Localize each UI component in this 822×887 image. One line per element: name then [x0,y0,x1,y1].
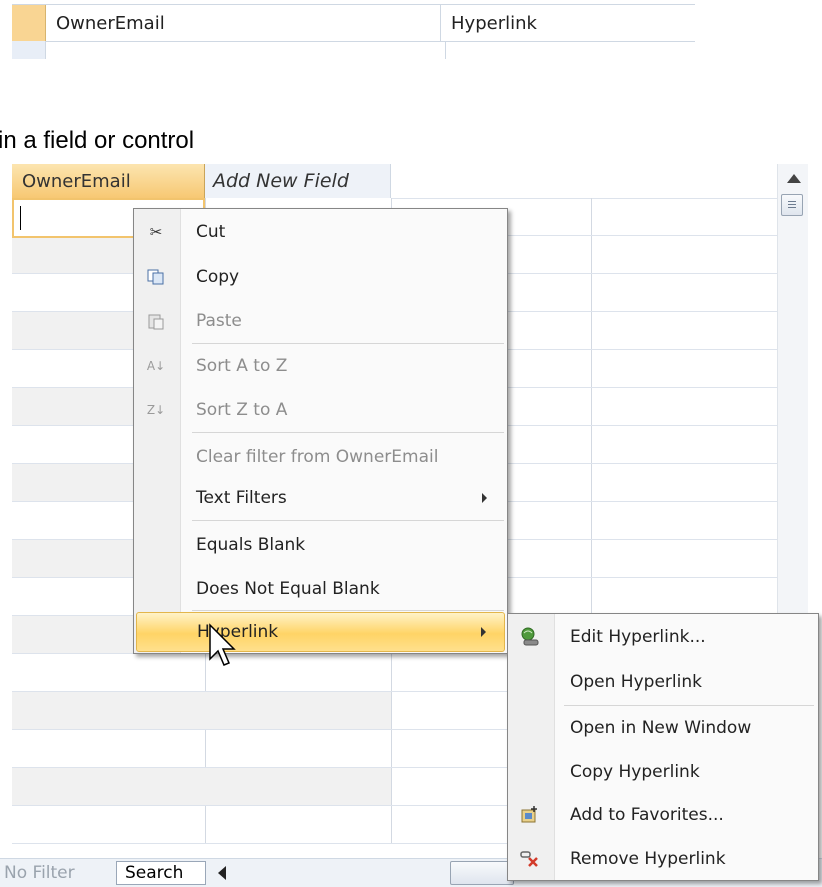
menu-item-label: Cut [196,222,226,242]
column-header-add-new-field[interactable]: Add New Field [205,164,391,198]
menu-item-paste[interactable]: Paste [136,301,505,341]
field-definition-next-row [12,41,695,59]
mouse-pointer-icon [209,623,236,666]
sort-descending-icon: Z↓ [146,403,166,417]
menu-item-copy[interactable]: Copy [136,257,505,297]
scissors-icon: ✂ [149,223,163,241]
menu-item-sort-a-to-z[interactable]: A↓ Sort A to Z [136,346,505,386]
horizontal-scroll-thumb[interactable] [450,861,514,885]
edit-hyperlink-icon [518,625,542,649]
submenu-arrow-icon [481,627,486,637]
remove-hyperlink-icon [518,847,542,871]
menu-item-sort-z-to-a[interactable]: Z↓ Sort Z to A [136,390,505,430]
row-selector[interactable] [12,5,46,41]
menu-item-label: Copy [196,267,240,287]
menu-separator [564,705,814,706]
menu-separator [192,610,504,611]
menu-item-text-filters[interactable]: Text Filters [136,478,505,518]
context-menu: ✂ Cut Copy Paste A↓ Sort A to Z Z↓ Sort … [133,208,508,654]
menu-item-edit-hyperlink[interactable]: Edit Hyperlink... [510,617,816,657]
menu-item-label: Add to Favorites... [570,805,724,825]
menu-separator [192,520,504,521]
menu-item-label: Remove Hyperlink [570,849,726,869]
text-caret [20,206,21,230]
menu-item-label: Paste [196,311,242,331]
menu-item-clear-filter[interactable]: Clear filter from OwnerEmail [136,437,505,477]
menu-separator [192,343,504,344]
divider [445,41,446,59]
menu-item-label: Copy Hyperlink [570,762,700,782]
menu-item-equals-blank[interactable]: Equals Blank [136,525,505,565]
paste-icon [144,309,168,333]
row-selector-empty[interactable] [12,41,45,59]
menu-item-label: Open Hyperlink [570,672,702,692]
menu-item-label: Sort A to Z [196,356,288,376]
menu-item-label: Edit Hyperlink... [570,627,706,647]
column-header-owneremail[interactable]: OwnerEmail [12,164,205,198]
scroll-thumb[interactable] [781,194,803,216]
menu-item-label: Sort Z to A [196,400,288,420]
menu-item-open-in-new-window[interactable]: Open in New Window [510,708,816,748]
menu-item-label: Equals Blank [196,535,306,555]
data-type-cell[interactable]: Hyperlink [441,5,695,41]
menu-item-copy-hyperlink[interactable]: Copy Hyperlink [510,752,816,792]
menu-item-label: Clear filter from OwnerEmail [196,447,439,467]
hyperlink-submenu: Edit Hyperlink... Open Hyperlink Open in… [507,613,819,881]
menu-item-add-to-favorites[interactable]: Add to Favorites... [510,795,816,835]
menu-item-label: Open in New Window [570,718,752,738]
menu-item-label: Does Not Equal Blank [196,579,380,599]
add-favorites-icon [518,803,542,827]
column-header-empty [391,164,777,199]
menu-item-label: Text Filters [196,488,287,508]
submenu-arrow-icon [482,493,487,503]
search-box[interactable]: Search [116,861,206,885]
menu-item-cut[interactable]: ✂ Cut [136,212,505,252]
divider [45,41,46,59]
field-name-cell[interactable]: OwnerEmail [46,5,441,41]
scroll-left-arrow-icon[interactable] [218,866,226,880]
sort-ascending-icon: A↓ [146,359,166,373]
menu-item-hyperlink[interactable]: Hyperlink [136,612,505,652]
menu-separator [192,432,504,433]
menu-item-does-not-equal-blank[interactable]: Does Not Equal Blank [136,569,505,609]
field-definition-row: OwnerEmail Hyperlink [12,4,695,42]
menu-item-remove-hyperlink[interactable]: Remove Hyperlink [510,839,816,879]
copy-icon [144,265,168,289]
filter-indicator[interactable]: No Filter [4,863,75,883]
caption-text: in a field or control [0,127,195,154]
menu-item-open-hyperlink[interactable]: Open Hyperlink [510,662,816,702]
scroll-up-arrow-icon[interactable] [787,174,801,183]
